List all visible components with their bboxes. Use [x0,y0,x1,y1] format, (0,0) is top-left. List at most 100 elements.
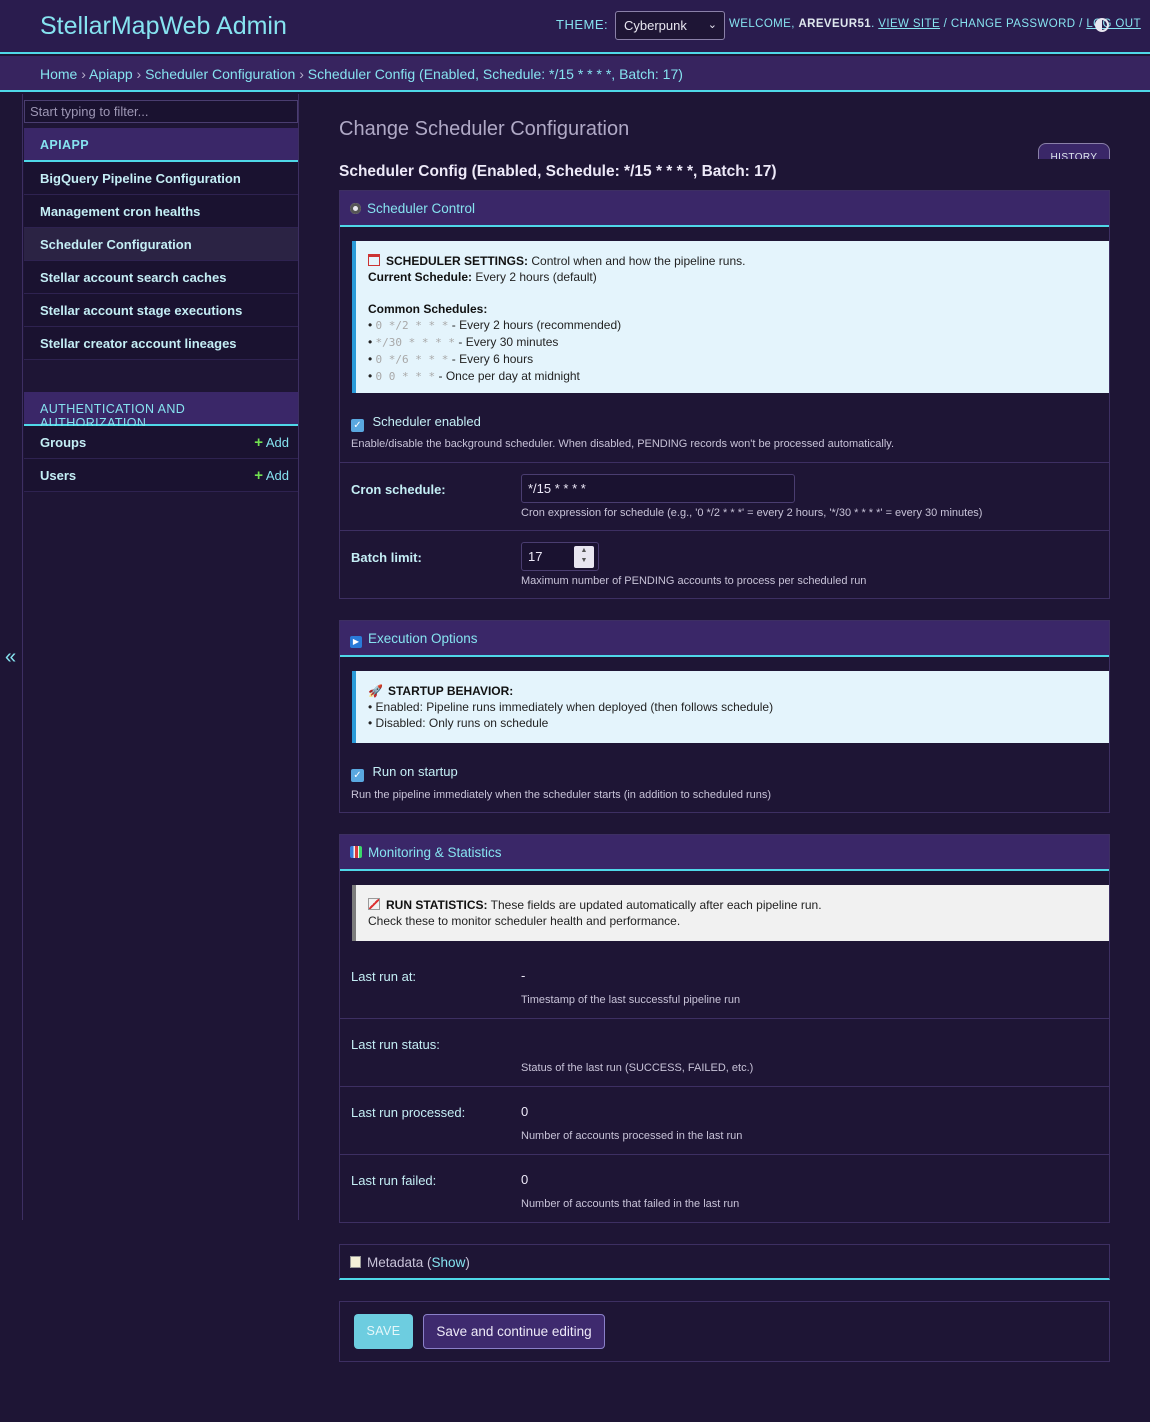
sidebar-item-bigquery-pipeline-configuration[interactable]: BigQuery Pipeline Configuration [24,162,298,195]
breadcrumb-separator: › [299,66,304,82]
sidebar-item-stellar-account-stage-executions[interactable]: Stellar account stage executions [24,294,298,327]
apiapp-module: APIAPP BigQuery Pipeline Configuration M… [24,128,298,360]
last-run-failed-label: Last run failed: [351,1173,437,1188]
bar-chart-icon [350,846,362,858]
last-run-processed-value: 0 [521,1104,529,1119]
theme-select[interactable]: Cyberpunk ⌄ [615,11,725,40]
cron-example-desc: - Every 6 hours [448,352,534,366]
cron-schedule-help: Cron expression for schedule (e.g., '0 *… [521,507,983,519]
batch-limit-label: Batch limit: [351,550,422,565]
stats-heading: RUN STATISTICS: [386,898,488,912]
scheduler-settings-description: SCHEDULER SETTINGS: Control when and how… [352,241,1109,393]
scheduler-enabled-checkbox[interactable]: ✓ [351,419,364,432]
last-run-at-help: Timestamp of the last successful pipelin… [521,994,741,1006]
scheduler-enabled-label[interactable]: Scheduler enabled [372,414,480,429]
user-tools-separator: / [943,18,948,30]
last-run-at-value: - [521,968,526,983]
fieldset-title: Execution Options [368,631,478,646]
cron-example-desc: - Every 2 hours (recommended) [448,318,622,332]
user-tools: WELCOME, AREVEUR51. VIEW SITE / CHANGE P… [729,18,1141,30]
breadcrumb-home[interactable]: Home [40,66,77,82]
theme-toggle-icon[interactable] [1095,18,1109,32]
add-group-button[interactable]: + Add [254,434,289,451]
cron-example: */30 * * * * [375,336,456,349]
welcome-text: WELCOME, [729,18,795,30]
batch-limit-input[interactable]: 17 ▲ ▼ [521,542,599,571]
metadata-show-link[interactable]: Show [432,1255,466,1270]
save-and-continue-button[interactable]: Save and continue editing [423,1314,605,1349]
breadcrumb-separator: › [136,66,142,82]
schedule-example: • */30 * * * * - Every 30 minutes [368,335,559,349]
sidebar-item-stellar-creator-account-lineages[interactable]: Stellar creator account lineages [24,327,298,360]
breadcrumb-app[interactable]: Apiapp [89,66,133,82]
scheduler-control-header: Scheduler Control [340,191,1109,227]
plus-icon: + [254,434,263,451]
schedule-example: • 0 */2 * * * - Every 2 hours (recommend… [368,318,622,332]
submit-row: SAVE Save and continue editing [339,1301,1110,1362]
run-on-startup-checkbox[interactable]: ✓ [351,769,364,782]
sidebar-item-scheduler-configuration[interactable]: Scheduler Configuration [24,228,298,261]
add-user-button[interactable]: + Add [254,467,289,484]
object-title: Scheduler Config (Enabled, Schedule: */1… [339,163,777,180]
apiapp-module-caption[interactable]: APIAPP [24,128,298,162]
sidebar-item-management-cron-healths[interactable]: Management cron healths [24,195,298,228]
startup-line-enabled: • Enabled: Pipeline runs immediately whe… [368,700,774,714]
metadata-title: Metadata [367,1255,424,1270]
stats-text: These fields are updated automatically a… [487,898,822,912]
breadcrumb-object: Scheduler Config (Enabled, Schedule: */1… [307,66,683,82]
last-run-status-row: Last run status: Status of the last run … [340,1019,1109,1087]
rocket-icon: 🚀 [368,684,383,698]
sidebar-item-groups[interactable]: Groups + Add [24,426,298,459]
scheduler-control-fieldset: Scheduler Control SCHEDULER SETTINGS: Co… [339,190,1110,599]
settings-heading: SCHEDULER SETTINGS: [386,254,529,268]
fieldset-title: Monitoring & Statistics [368,845,502,860]
cron-schedule-label: Cron schedule: [351,482,446,497]
view-site-link[interactable]: VIEW SITE [878,18,940,30]
sidebar-item-label: Groups [40,435,87,450]
execution-options-fieldset: ▶ Execution Options 🚀 STARTUP BEHAVIOR: • … [339,620,1110,813]
number-stepper-icon[interactable]: ▲ ▼ [574,546,594,568]
sidebar-item-stellar-account-search-caches[interactable]: Stellar account search caches [24,261,298,294]
cron-schedule-input[interactable]: */15 * * * * [521,474,795,503]
nav-sidebar: Start typing to filter... APIAPP BigQuer… [22,94,299,1220]
stats-line-2: Check these to monitor scheduler health … [368,914,681,928]
sidebar-item-label: Users [40,468,77,483]
batch-limit-value: 17 [528,549,543,564]
save-button[interactable]: SAVE [354,1314,413,1349]
metadata-fieldset: Metadata (Show) [339,1244,1110,1280]
cron-example-desc: - Every 30 minutes [455,335,559,349]
nav-filter-input[interactable]: Start typing to filter... [24,100,298,123]
add-label: Add [265,435,289,450]
last-run-status-help: Status of the last run (SUCCESS, FAILED,… [521,1062,754,1074]
metadata-paren-open: ( [423,1255,432,1270]
sidebar-collapse-icon[interactable]: « [5,646,16,669]
breadcrumb: Home › Apiapp › Scheduler Configuration … [0,56,1150,92]
startup-behavior-description: 🚀 STARTUP BEHAVIOR: • Enabled: Pipeline r… [352,671,1109,743]
breadcrumb-model[interactable]: Scheduler Configuration [145,66,295,82]
site-brand[interactable]: StellarMapWeb Admin [40,12,287,41]
memo-icon [350,1256,361,1268]
run-on-startup-row: ✓ Run on startup Run the pipeline immedi… [340,743,1109,811]
breadcrumb-separator: › [81,66,86,82]
theme-label: THEME: [556,17,609,32]
auth-module-caption[interactable]: AUTHENTICATION AND AUTHORIZATION [24,392,298,430]
last-run-failed-value: 0 [521,1172,529,1187]
page-title: Change Scheduler Configuration [339,118,630,140]
cron-example: 0 0 * * * [375,370,436,383]
last-run-processed-row: Last run processed: 0 Number of accounts… [340,1087,1109,1155]
run-on-startup-label[interactable]: Run on startup [372,764,457,779]
history-button[interactable]: HISTORY [1038,143,1110,159]
gear-icon [350,203,361,214]
schedule-example: • 0 */6 * * * - Every 6 hours [368,352,534,366]
plus-icon: + [254,467,263,484]
cron-example: 0 */2 * * * [375,319,449,332]
run-statistics-description: RUN STATISTICS: These fields are updated… [352,885,1109,941]
sidebar-item-users[interactable]: Users + Add [24,459,298,492]
scheduler-enabled-row: ✓ Scheduler enabled Enable/disable the b… [340,393,1109,463]
last-run-status-label: Last run status: [351,1037,440,1052]
change-password-link[interactable]: CHANGE PASSWORD [951,18,1076,30]
last-run-processed-label: Last run processed: [351,1105,466,1120]
chart-increasing-icon [368,898,380,910]
auth-module: AUTHENTICATION AND AUTHORIZATION Groups … [24,392,298,492]
last-run-failed-help: Number of accounts that failed in the la… [521,1198,740,1210]
